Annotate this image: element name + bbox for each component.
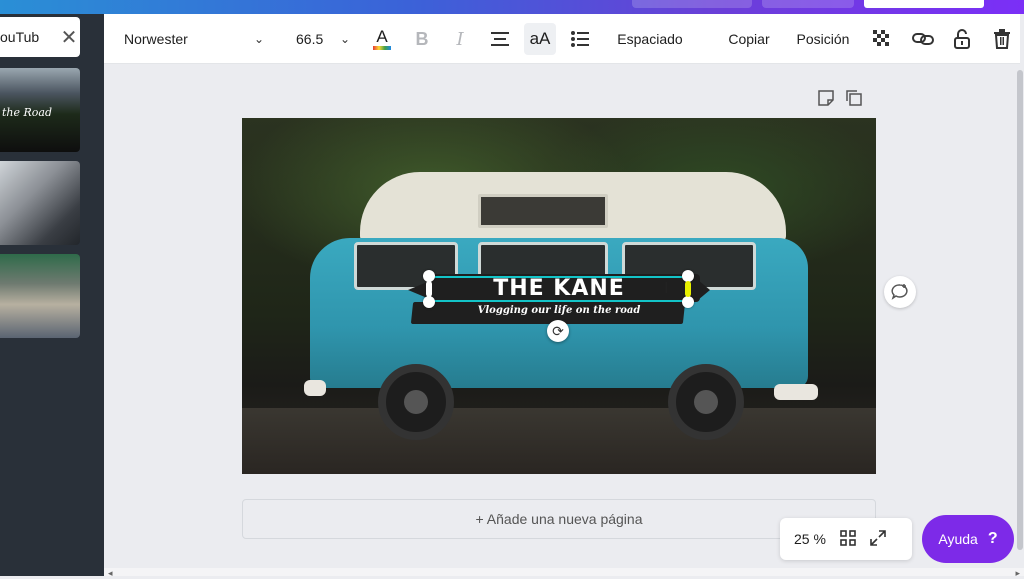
horizontal-scrollbar[interactable]: ◂ ▸	[104, 568, 1024, 579]
case-toggle-icon[interactable]: aA	[524, 14, 556, 64]
lock-icon[interactable]	[950, 14, 974, 64]
list-icon[interactable]	[564, 14, 596, 64]
duplicate-page-icon[interactable]	[846, 90, 862, 111]
chevron-down-icon: ⌄	[339, 32, 350, 46]
resize-handle[interactable]	[682, 296, 694, 308]
help-button[interactable]: Ayuda ?	[922, 515, 1014, 563]
scroll-right-icon[interactable]: ▸	[1015, 568, 1020, 579]
fullscreen-icon[interactable]	[870, 529, 886, 549]
text-color-button[interactable]: A	[366, 14, 398, 64]
grid-view-icon[interactable]	[840, 529, 856, 549]
header-button[interactable]	[632, 0, 752, 8]
vertical-scrollbar[interactable]	[1016, 64, 1024, 568]
italic-icon[interactable]: I	[444, 14, 476, 64]
header-button[interactable]	[762, 0, 854, 8]
add-comment-button[interactable]	[884, 276, 916, 308]
thumbnail-caption: the Road	[2, 106, 53, 119]
position-button[interactable]: Posición	[792, 14, 854, 64]
font-size-dropdown[interactable]: 66.5 ⌄	[296, 14, 350, 64]
search-input[interactable]: ouTub ✕	[0, 17, 80, 57]
side-handle[interactable]	[685, 281, 691, 297]
page-tools	[818, 90, 862, 111]
clear-search-icon[interactable]: ✕	[58, 25, 80, 50]
header-share-button[interactable]	[864, 0, 984, 8]
spacing-button[interactable]: Espaciado	[610, 14, 690, 64]
link-icon[interactable]	[910, 14, 936, 64]
template-thumbnail[interactable]	[0, 161, 80, 245]
search-input-value[interactable]: ouTub	[0, 29, 58, 45]
question-icon: ?	[987, 530, 998, 547]
copy-style-button[interactable]: Copiar	[724, 14, 774, 64]
svg-text:A: A	[376, 27, 388, 46]
design-subtitle-text[interactable]: Vlogging our life on the road	[432, 305, 686, 316]
side-handle[interactable]	[426, 281, 432, 297]
scrollbar-thumb[interactable]	[1017, 70, 1023, 550]
template-thumbnail[interactable]	[0, 254, 80, 338]
zoom-controls: 25 %	[780, 518, 912, 560]
bold-icon[interactable]: B	[406, 14, 438, 64]
font-size-value: 66.5	[296, 31, 324, 47]
text-color-icon: A	[366, 23, 398, 55]
template-thumbnail[interactable]: the Road	[0, 68, 80, 152]
note-icon[interactable]	[818, 90, 834, 111]
transparency-icon[interactable]	[870, 14, 894, 64]
chevron-down-icon: ⌄	[253, 32, 264, 46]
resize-handle[interactable]	[423, 296, 435, 308]
font-family-dropdown[interactable]: Norwester ⌄	[124, 14, 264, 64]
trash-icon[interactable]	[990, 14, 1014, 64]
text-cursor-icon: I	[664, 280, 669, 297]
zoom-level[interactable]: 25 %	[794, 531, 826, 547]
help-label: Ayuda	[938, 531, 978, 547]
rotate-icon[interactable]: ⟳	[547, 320, 569, 342]
scroll-left-icon[interactable]: ◂	[108, 568, 113, 579]
top-header-bar	[0, 0, 1024, 14]
editor-toolbar: Norwester ⌄ 66.5 ⌄ A B I aA Espaciado Co…	[104, 14, 1020, 64]
font-family-value: Norwester	[124, 31, 188, 47]
text-selection-box[interactable]	[429, 276, 688, 302]
align-center-icon[interactable]	[484, 14, 516, 64]
